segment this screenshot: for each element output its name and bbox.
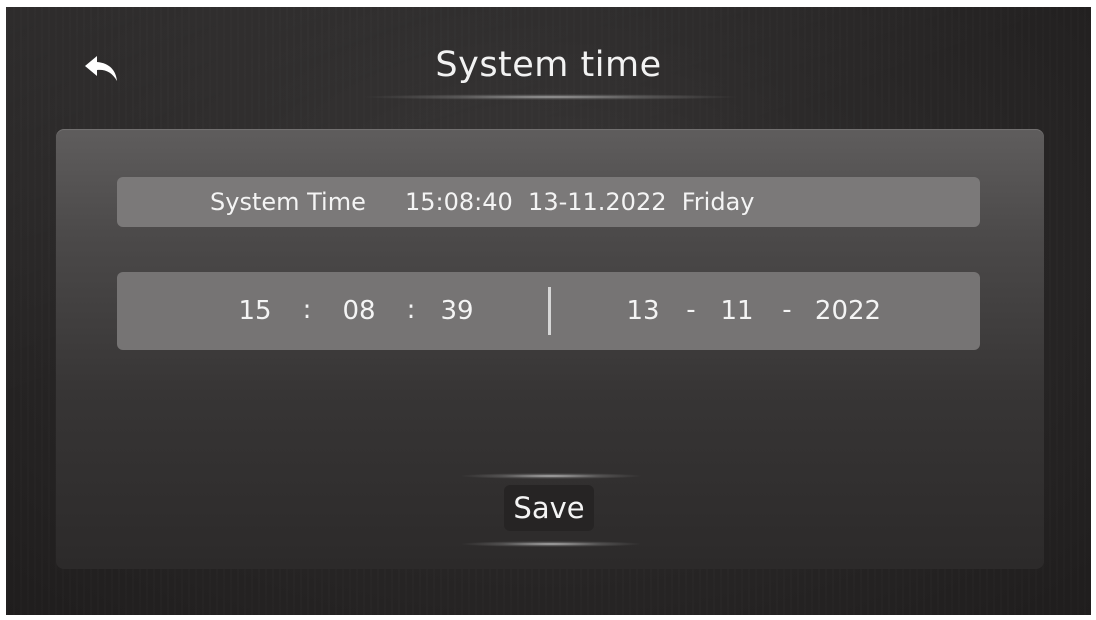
save-glow-top [461,473,641,479]
page-title: System time [435,45,662,85]
year-field[interactable]: 2022 [803,272,893,350]
hour-field[interactable]: 15 [225,272,285,350]
system-time-label: System Time [210,188,366,216]
time-date-editor: 15 : 08 : 39 13 - 11 - 2022 [117,272,980,350]
month-field[interactable]: 11 [707,272,767,350]
date-separator: - [686,295,696,325]
second-field[interactable]: 39 [427,272,487,350]
title-underline-glow [361,94,741,100]
time-date-divider [548,287,551,335]
time-separator: : [406,295,416,325]
current-system-time-row: System Time 15:08:40 13-11.2022 Friday [117,177,980,227]
save-button[interactable]: Save [504,485,594,531]
save-glow-bottom [461,541,641,547]
day-field[interactable]: 13 [613,272,673,350]
system-time-screen: System time System Time 15:08:40 13-11.2… [6,7,1091,615]
system-time-value: 15:08:40 13-11.2022 Friday [405,188,755,216]
time-separator: : [302,295,312,325]
date-separator: - [782,295,792,325]
minute-field[interactable]: 08 [329,272,389,350]
